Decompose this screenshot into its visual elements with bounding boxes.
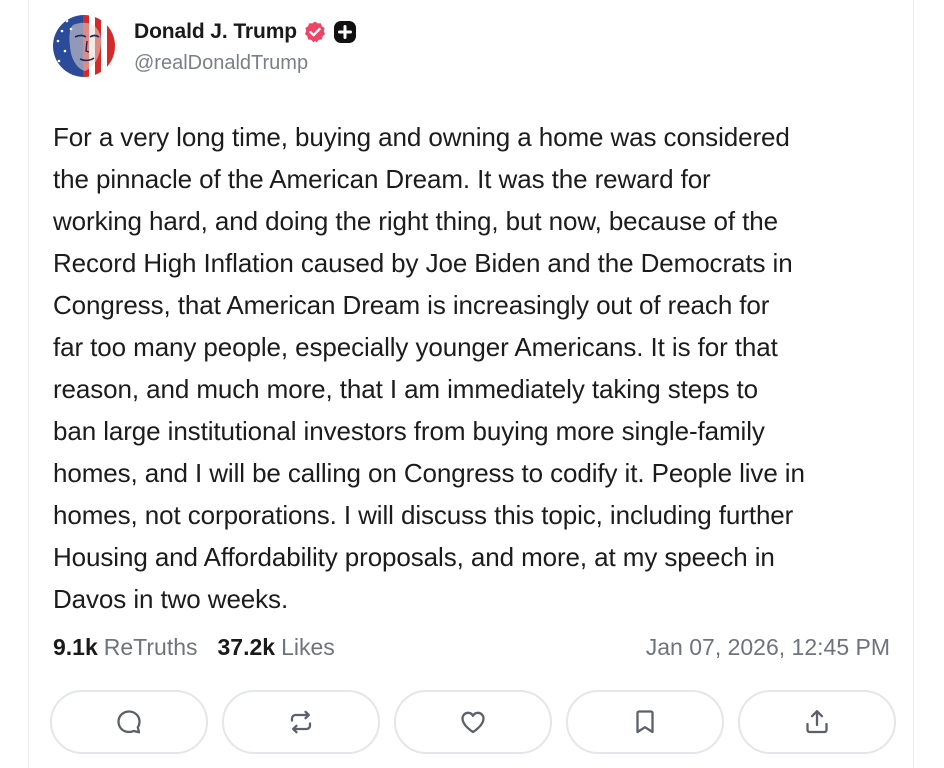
post-text-line: far too many people, especially younger … — [53, 332, 778, 362]
bookmark-button[interactable] — [566, 690, 724, 754]
retruths-label: ReTruths — [103, 634, 198, 660]
post-stats: 9.1k ReTruths 37.2k Likes — [53, 634, 335, 661]
post-text-line: reason, and much more, that I am immedia… — [53, 374, 759, 404]
likes-count: 37.2k — [217, 634, 276, 660]
post-text-line: the pinnacle of the American Dream. It w… — [53, 164, 711, 194]
post-text-line: Davos in two weeks. — [53, 584, 289, 614]
like-button[interactable] — [394, 690, 552, 754]
comment-icon — [117, 710, 141, 734]
author-name[interactable]: Donald J. Trump — [134, 20, 297, 44]
heart-icon — [461, 711, 485, 734]
plus-badge-icon — [333, 20, 357, 44]
action-bar — [50, 690, 896, 756]
post-timestamp[interactable]: Jan 07, 2026, 12:45 PM — [646, 634, 890, 661]
post-text-line: ban large institutional investors from b… — [53, 416, 765, 446]
reply-button[interactable] — [50, 690, 208, 754]
retruths-count: 9.1k — [53, 634, 98, 660]
likes-label: Likes — [281, 634, 335, 660]
bookmark-icon — [636, 710, 654, 734]
author-name-row: Donald J. Trump — [134, 18, 357, 46]
retruths-stat[interactable]: 9.1k ReTruths — [53, 634, 198, 661]
post-text-line: Housing and Affordability proposals, and… — [53, 542, 775, 572]
post-text-line: homes, not corporations. I will discuss … — [53, 500, 794, 530]
share-icon — [806, 710, 828, 734]
avatar[interactable] — [53, 15, 115, 77]
retruth-button[interactable] — [222, 690, 380, 754]
verified-badge-icon — [303, 20, 327, 44]
repost-icon — [290, 710, 312, 734]
post-text-line: working hard, and doing the right thing,… — [53, 206, 778, 236]
author-handle[interactable]: @realDonaldTrump — [134, 52, 308, 75]
post-text-line: Congress, that American Dream is increas… — [53, 290, 770, 320]
post-text-line: Record High Inflation caused by Joe Bide… — [53, 248, 793, 278]
avatar-image — [53, 15, 115, 77]
post-text-line: homes, and I will be calling on Congress… — [53, 458, 805, 488]
post-text-line: For a very long time, buying and owning … — [53, 122, 790, 152]
post-body: For a very long time, buying and owning … — [53, 116, 903, 620]
likes-stat[interactable]: 37.2k Likes — [218, 634, 335, 661]
share-button[interactable] — [738, 690, 896, 754]
